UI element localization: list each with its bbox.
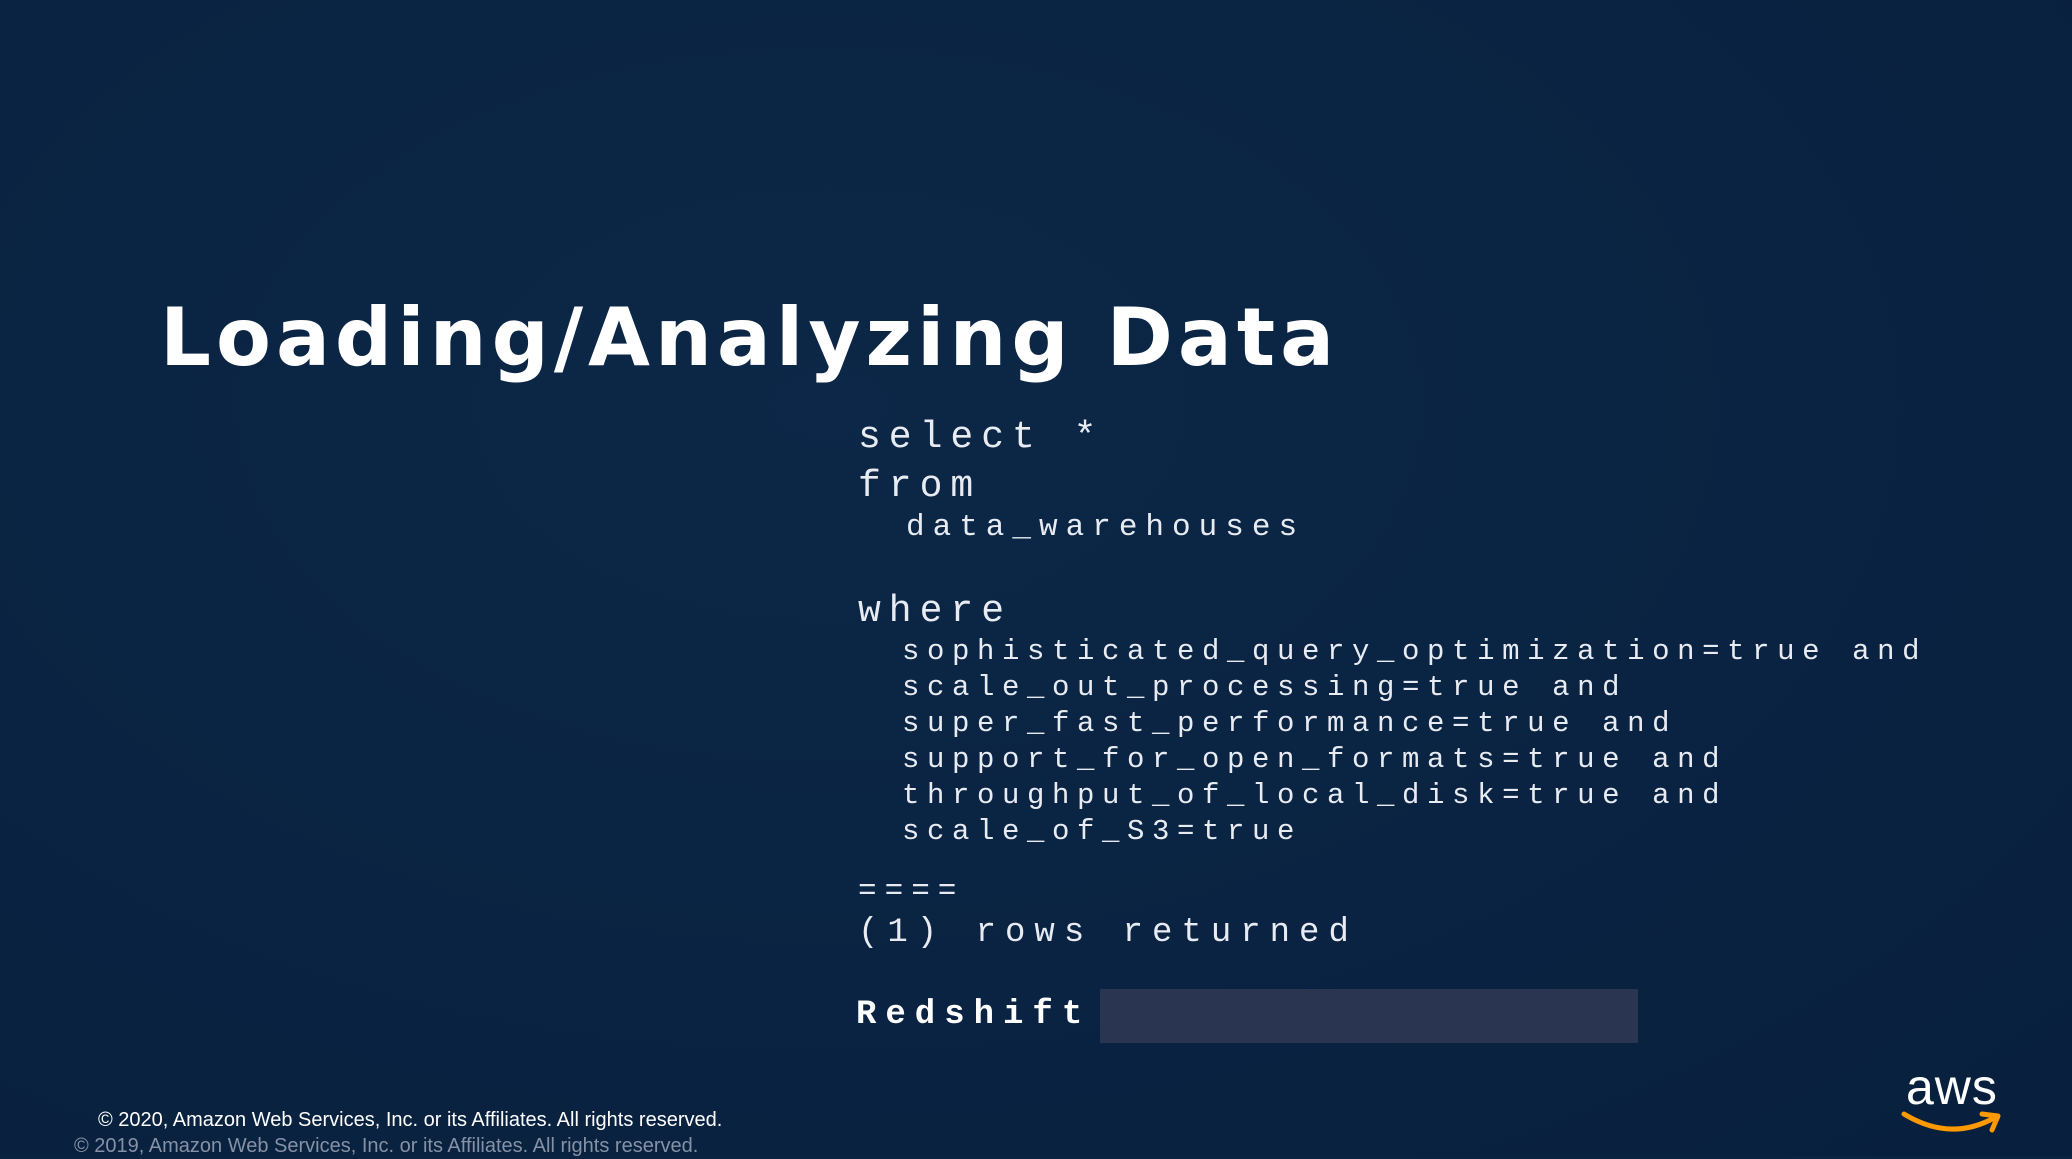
aws-logo: aws	[1898, 1060, 2014, 1140]
aws-smile-arrow-icon	[1901, 1111, 2001, 1133]
slide: Loading/Analyzing Data select * from dat…	[0, 0, 2072, 1157]
sql-condition: sophisticated_query_optimization=true an…	[902, 635, 1928, 668]
sql-condition: scale_of_S3=true	[902, 815, 1303, 848]
sql-table-name: data_warehouses	[906, 510, 1306, 545]
sql-select-line: select *	[858, 416, 1105, 459]
answer-label: Redshift	[856, 996, 1092, 1034]
sql-conditions-list: sophisticated_query_optimization=true an…	[902, 634, 1927, 850]
sql-where-keyword: where	[858, 590, 1013, 633]
sql-condition: scale_out_processing=true and	[902, 671, 1628, 704]
copyright-notice-old: © 2019, Amazon Web Services, Inc. or its…	[74, 1135, 699, 1157]
sql-condition: throughput_of_local_disk=true and	[902, 779, 1728, 812]
sql-from-keyword: from	[858, 465, 982, 508]
sql-condition: support_for_open_formats=true and	[902, 743, 1728, 776]
result-separator: ====	[858, 874, 965, 909]
sql-condition: super_fast_performance=true and	[902, 707, 1678, 740]
redaction-bar	[1100, 989, 1638, 1043]
slide-title: Loading/Analyzing Data	[160, 291, 1340, 384]
rows-returned-text: (1) rows returned	[858, 914, 1358, 952]
copyright-notice: © 2020, Amazon Web Services, Inc. or its…	[98, 1109, 723, 1131]
